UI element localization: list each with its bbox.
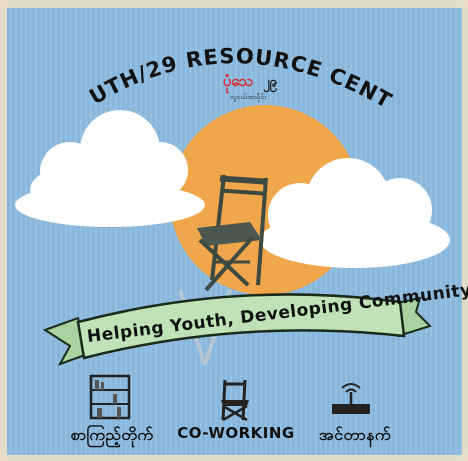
poster: YOUTH/29 RESOURCE CENTER ပုံသေ ၂၉ လူငယ်အ… [0,0,468,461]
cloud-left [15,110,205,227]
page-title: YOUTH/29 RESOURCE CENTER [0,0,396,113]
service-label-internet: အင်တာနက် [318,425,392,444]
bookshelf-icon [89,374,131,420]
paper-edge-bottom [0,455,468,461]
logo-brand-text: ပုံသေ [223,72,254,94]
brand-logo: ပုံသေ ၂၉ လူငယ်အသိုင်း [223,72,278,102]
logo-tagline: လူငယ်အသိုင်း [230,93,266,102]
wifi-router-icon [332,383,370,414]
chair-icon [221,379,249,422]
service-label-coworking: CO-WORKING [177,424,295,442]
logo-number: ၂၉ [263,75,277,93]
service-label-library: စာကြည့်တိုက် [70,425,154,444]
